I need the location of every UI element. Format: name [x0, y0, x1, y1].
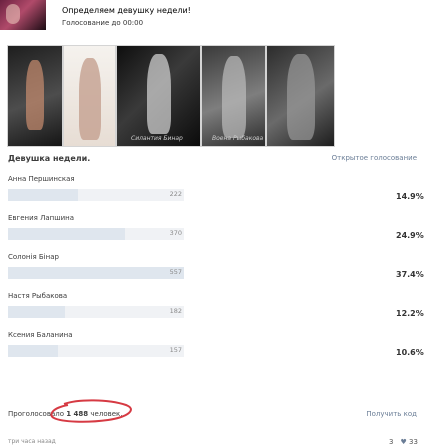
get-code-link[interactable]: Получить код — [366, 410, 417, 418]
option-percent: 12.2% — [396, 309, 424, 318]
poll-type: Открытое голосование — [331, 154, 417, 162]
option-percent: 14.9% — [396, 192, 424, 201]
like-count[interactable]: 33 — [409, 438, 418, 446]
post-subtitle: Голосование до 00:00 — [62, 19, 144, 27]
photo-caption: Воена Рыбакова — [212, 135, 264, 142]
option-label: Солонія Бінар — [8, 253, 59, 261]
option-label: Ксения Баланина — [8, 331, 73, 339]
comment-count[interactable]: 3 — [389, 438, 393, 446]
photo-1[interactable] — [7, 45, 63, 147]
option-votes: 222 — [169, 190, 182, 198]
option-percent: 24.9% — [396, 231, 424, 240]
option-votes: 182 — [169, 307, 182, 315]
photo-caption: Силантия Бинар — [131, 135, 183, 142]
photo-2[interactable] — [63, 45, 116, 147]
option-votes: 157 — [169, 346, 182, 354]
option-bar[interactable]: 370 — [8, 228, 184, 240]
post-title: Определяем девушку недели! — [62, 6, 191, 15]
post-time[interactable]: три часа назад — [8, 438, 56, 445]
option-bar-fill — [8, 189, 79, 201]
poll-title: Девушка недели. — [8, 154, 91, 163]
option-bar[interactable]: 157 — [8, 345, 184, 357]
option-percent: 10.6% — [396, 348, 424, 357]
option-label: Анна Першинская — [8, 175, 75, 183]
option-percent: 37.4% — [396, 270, 424, 279]
heart-icon[interactable]: ♥ — [400, 438, 406, 446]
option-votes: 370 — [169, 229, 182, 237]
photo-4[interactable]: Воена Рыбакова — [201, 45, 266, 147]
community-avatar[interactable] — [0, 0, 46, 30]
option-label: Евгения Лапшина — [8, 214, 75, 222]
option-bar-fill — [8, 267, 184, 279]
photo-5[interactable] — [266, 45, 335, 147]
option-label: Настя Рыбакова — [8, 292, 68, 300]
option-bar-fill — [8, 345, 58, 357]
photo-strip: Силантия Бинар Воена Рыбакова — [7, 45, 424, 147]
option-bar[interactable]: 222 — [8, 189, 184, 201]
photo-3[interactable]: Силантия Бинар — [116, 45, 201, 147]
option-bar-fill — [8, 306, 66, 318]
option-bar[interactable]: 182 — [8, 306, 184, 318]
option-bar-fill — [8, 228, 126, 240]
post-counters: 3 ♥ 33 — [389, 438, 418, 446]
option-votes: 557 — [169, 268, 182, 276]
annotation-circle — [50, 399, 132, 423]
option-bar[interactable]: 557 — [8, 267, 184, 279]
